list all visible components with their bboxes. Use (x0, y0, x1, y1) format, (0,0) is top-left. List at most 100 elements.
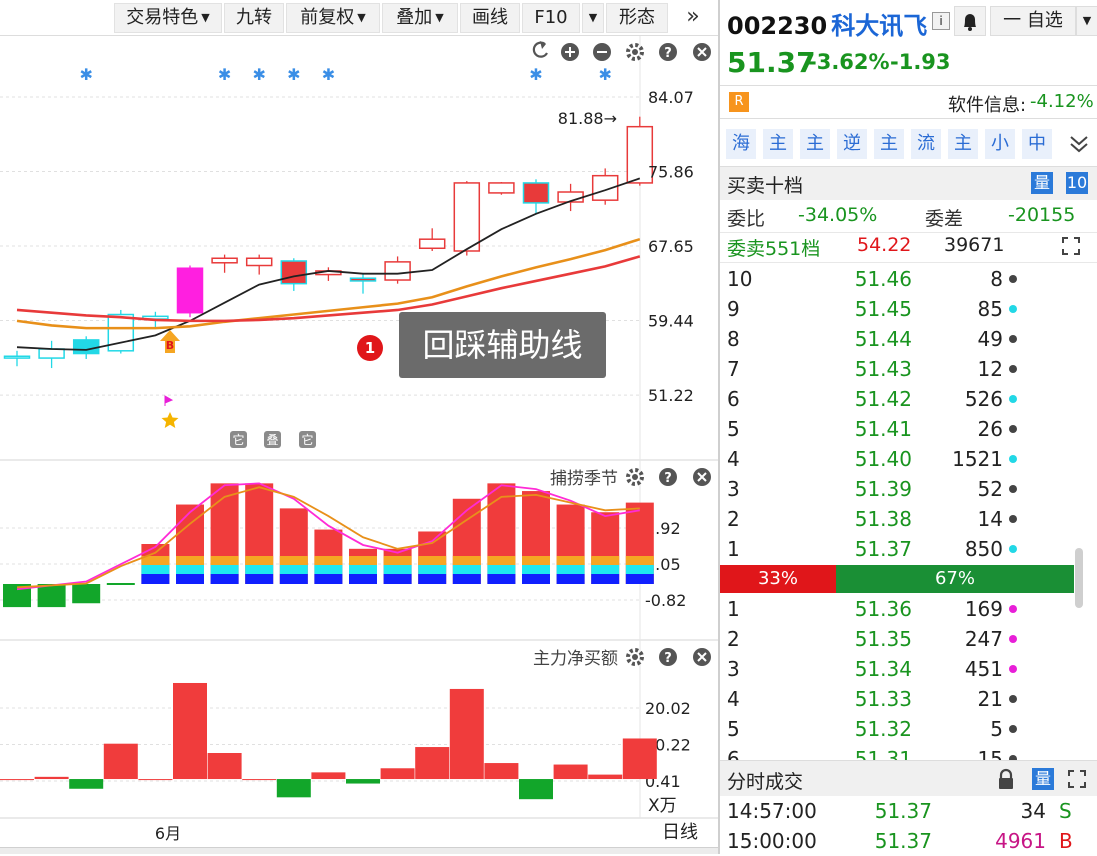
buy-arrow-marker[interactable]: B (160, 330, 180, 353)
close-icon[interactable] (693, 43, 711, 61)
candle (522, 179, 550, 214)
bid-row[interactable]: 1 51.36 169 (720, 594, 1097, 624)
f10-button[interactable]: F10 (522, 3, 580, 33)
indicator1-band-cyan (314, 565, 343, 574)
indicator1-band-blue (487, 574, 516, 584)
chart-area[interactable]: 交易特色 ▼ 九转 前复权 ▼ 叠加 ▼ 画线 F10 ▼ 形态 » 2.92 1.05… (0, 0, 718, 854)
more-chevron-icon[interactable]: » (682, 3, 704, 33)
indicator2-bar (276, 779, 311, 798)
indicator1-band-cyan (625, 565, 654, 574)
indicator1-band-cyan (210, 565, 239, 574)
bid-row[interactable]: 6 51.31 15 (720, 744, 1097, 760)
indicator1-band-blue (141, 574, 170, 584)
indicator1-band-cyan (349, 565, 377, 574)
event-icon-3[interactable]: 它 (299, 431, 316, 448)
indicator2-tick-label: 20.02 (645, 699, 691, 718)
price-tick-label: 75.86 (648, 163, 694, 182)
indicator2-bar (173, 682, 207, 780)
trades-qty-button[interactable]: 量 (1032, 768, 1054, 790)
tooltip-box: 回踩辅助线 (399, 312, 606, 378)
bid-volume: 451 (964, 657, 1003, 681)
indicator1-band-orange (418, 556, 447, 565)
signal-star-marker: ✱ (287, 65, 300, 84)
indicator1-bar (72, 584, 101, 604)
signal-star-marker: ✱ (322, 65, 335, 84)
tooltip-text: 回踩辅助线 (422, 326, 583, 364)
bid-volume: 15 (977, 747, 1003, 760)
indicator2-bar (103, 743, 138, 780)
indicator2-bar (0, 779, 34, 781)
trades-fullscreen-icon[interactable] (1068, 770, 1086, 788)
indicator1-band-cyan (245, 565, 274, 574)
draw-line-button[interactable]: 画线 (460, 3, 520, 33)
bid-price: 51.36 (854, 597, 912, 621)
indicator1-band-orange (452, 556, 481, 565)
indicator1-band-blue (176, 574, 204, 584)
chevron-down-icon: ▼ (357, 11, 366, 24)
indicator2-unit: X万 (648, 796, 677, 816)
trade-volume: 34 (1020, 799, 1046, 823)
indicator1-band-cyan (176, 565, 204, 574)
signal-star-marker: ✱ (79, 65, 92, 84)
indicator1-band-cyan (556, 565, 585, 574)
zoom-in-icon[interactable] (561, 43, 579, 61)
event-icon-3-label: 它 (301, 432, 313, 447)
candle (176, 265, 204, 318)
candle (3, 350, 31, 367)
candle (418, 228, 446, 251)
event-icon-2-label: 叠 (266, 433, 278, 447)
quote-panel: 002230 科大讯飞 i 一 自选 ▼ 51.37 -3.62% -1.93 R… (718, 0, 1097, 854)
restore-icon[interactable] (532, 41, 548, 58)
nine-turn-button[interactable]: 九转 (224, 3, 284, 33)
bid-row[interactable]: 4 51.33 21 (720, 684, 1097, 714)
orderbook-scrollbar[interactable] (1075, 548, 1083, 608)
f10-dropdown[interactable]: ▼ (582, 3, 604, 33)
help-icon[interactable]: ? (659, 43, 677, 61)
indicator2-title: 主力净买额 (533, 649, 618, 669)
zoom-out-icon[interactable] (593, 43, 611, 61)
indicator1-band-orange (210, 556, 239, 565)
indicator1-band-orange (279, 556, 308, 565)
candle-body (488, 182, 515, 194)
indicator2-help-icon[interactable]: ? (659, 648, 677, 666)
trade-side: B (1059, 829, 1073, 853)
indicator1-band-orange (556, 556, 585, 565)
lock-icon[interactable] (996, 768, 1016, 790)
indicator1-band-blue (452, 574, 481, 584)
overlay-dropdown[interactable]: 叠加 ▼ (382, 3, 458, 33)
bid-level: 2 (727, 627, 740, 651)
trade-row: 14:57:00 51.37 34 S (720, 796, 1097, 826)
adjust-dropdown[interactable]: 前复权 ▼ (286, 3, 380, 33)
bid-row[interactable]: 2 51.35 247 (720, 624, 1097, 654)
trading-features-dropdown[interactable]: 交易特色 ▼ (114, 3, 222, 33)
draw-line-label: 画线 (472, 7, 508, 28)
bottom-tab-strip[interactable] (0, 847, 718, 854)
flag-star-marker[interactable] (161, 395, 179, 428)
indicator1-bar (106, 583, 135, 585)
indicator1-title: 捕捞季节 (550, 469, 618, 489)
candle (315, 267, 342, 281)
bid-row[interactable]: 5 51.32 5 (720, 714, 1097, 744)
event-icon-2[interactable]: 叠 (264, 431, 281, 448)
bid-row[interactable]: 3 51.34 451 (720, 654, 1097, 684)
candle (245, 254, 273, 275)
bid-volume: 21 (977, 687, 1003, 711)
indicator1-band-blue (625, 574, 654, 584)
trade-side: S (1059, 799, 1072, 823)
pattern-button[interactable]: 形态 (606, 3, 668, 33)
candle-body (280, 260, 308, 285)
candle (384, 256, 411, 284)
event-icon-1[interactable]: 它 (230, 431, 247, 448)
indicator2-close-icon[interactable] (693, 648, 711, 666)
candle-body (245, 257, 273, 267)
indicator2-bar (449, 688, 484, 780)
bid-dot (1009, 725, 1017, 733)
bid-level: 5 (727, 717, 740, 741)
indicator1-close-icon[interactable] (693, 468, 711, 486)
indicator1-band-blue (383, 574, 412, 584)
bid-level: 3 (727, 657, 740, 681)
period-label[interactable]: 日线 (642, 820, 718, 848)
indicator1-band-cyan (418, 565, 447, 574)
indicator1-help-icon[interactable]: ? (659, 468, 677, 486)
price-tick-label: 67.65 (648, 237, 694, 256)
